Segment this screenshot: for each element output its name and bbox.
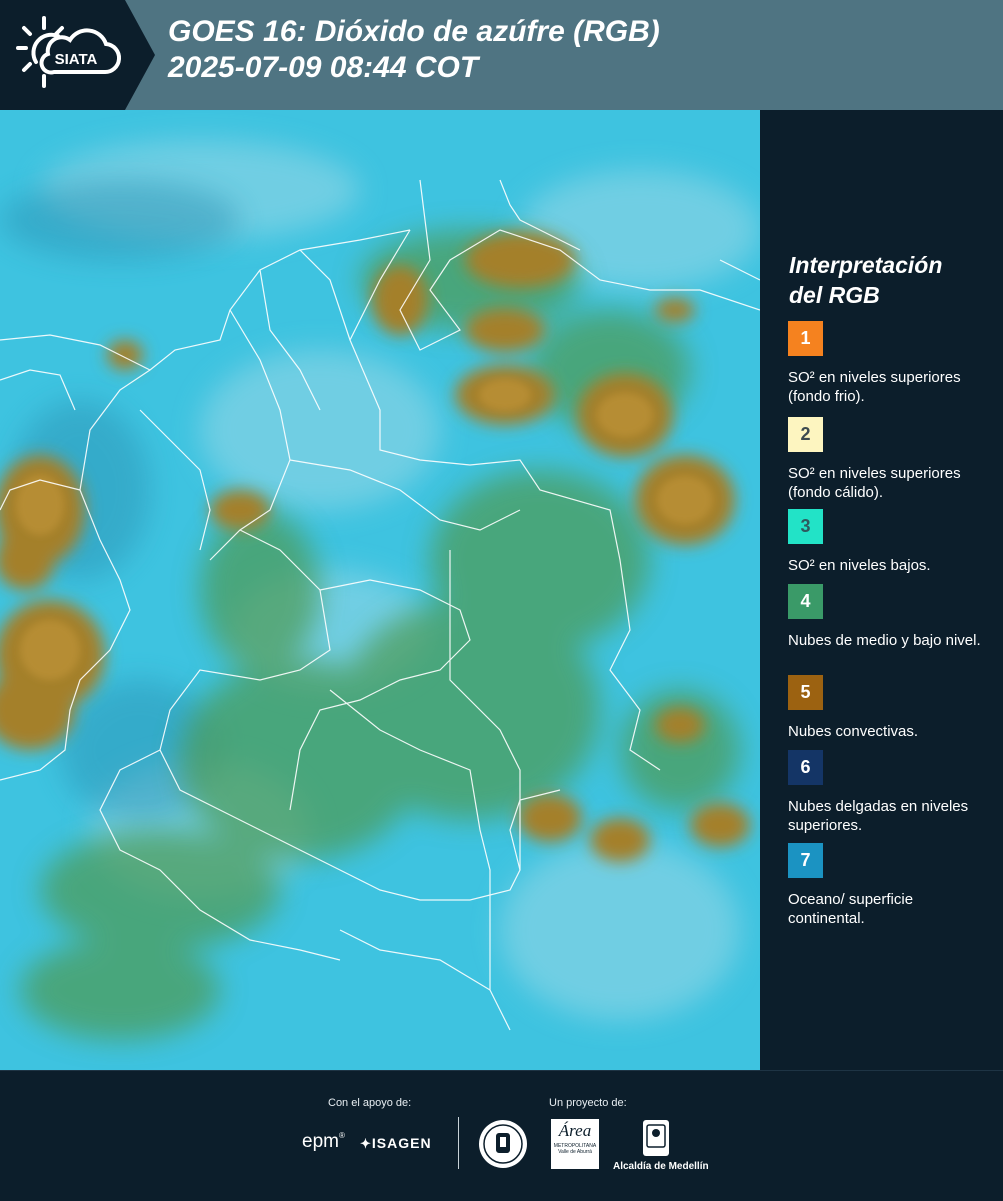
area-metropolitana-logo[interactable]: Área METROPOLITANA Valle de Aburrá xyxy=(551,1119,599,1169)
legend-item-1: 1 SO² en niveles superiores (fondo frio)… xyxy=(788,321,993,406)
isagen-logo[interactable]: ✦ISAGEN xyxy=(360,1135,432,1152)
support-label: Con el apoyo de: xyxy=(328,1097,412,1109)
legend-number: 4 xyxy=(800,591,811,611)
legend-number: 2 xyxy=(800,424,811,444)
project-label: Un proyecto de: xyxy=(549,1097,627,1109)
legend-number: 3 xyxy=(800,516,811,536)
legend-label: Nubes delgadas en niveles superiores. xyxy=(788,798,969,834)
isagen-logo-text: ISAGEN xyxy=(371,1135,432,1151)
legend-swatch-4: 4 xyxy=(788,584,823,619)
siata-logo[interactable]: SIATA xyxy=(0,0,155,110)
legend-swatch-6: 6 xyxy=(788,750,823,785)
legend-swatch-1: 1 xyxy=(788,321,823,356)
legend-swatch-2: 2 xyxy=(788,417,823,452)
medellin-seal-icon[interactable] xyxy=(478,1119,528,1169)
legend-swatch-3: 3 xyxy=(788,509,823,544)
footer-divider xyxy=(458,1117,459,1169)
sun-cloud-logo-icon: SIATA xyxy=(16,16,122,88)
legend-item-4: 4 Nubes de medio y bajo nivel. xyxy=(788,584,993,650)
legend-swatch-5: 5 xyxy=(788,675,823,710)
legend-label: Nubes de medio y bajo nivel. xyxy=(788,632,981,649)
page-title: GOES 16: Dióxido de azúfre (RGB) 2025-07… xyxy=(168,15,660,84)
epm-logo[interactable]: epm® xyxy=(302,1131,345,1153)
header-bar: SIATA GOES 16: Dióxido de azúfre (RGB) 2… xyxy=(0,0,1003,110)
legend-title: Interpretación del RGB xyxy=(789,252,943,308)
logo-text: SIATA xyxy=(55,51,98,68)
legend-number: 1 xyxy=(800,328,811,348)
legend-item-2: 2 SO² en niveles superiores (fondo cálid… xyxy=(788,417,993,502)
legend-label: SO² en niveles superiores (fondo cálido)… xyxy=(788,465,961,501)
satellite-image xyxy=(0,110,760,1070)
legend-label: Nubes convectivas. xyxy=(788,723,919,740)
legend-panel: Interpretación del RGB 1 SO² en niveles … xyxy=(760,110,1003,1070)
legend-number: 5 xyxy=(800,682,811,702)
legend-number: 6 xyxy=(800,757,811,777)
legend-swatch-7: 7 xyxy=(788,843,823,878)
area-logo-text: Área xyxy=(558,1121,592,1140)
legend-label: SO² en niveles superiores (fondo frio). xyxy=(788,369,961,405)
footer: Con el apoyo de: Un proyecto de: epm® ✦I… xyxy=(0,1070,1003,1201)
legend-item-6: 6 Nubes delgadas en niveles superiores. xyxy=(788,750,993,835)
area-logo-subtext: METROPOLITANA Valle de Aburrá xyxy=(553,1143,597,1155)
legend-number: 7 xyxy=(800,850,811,870)
legend-label: Oceano/ superficie continental. xyxy=(788,891,914,927)
alcaldia-label[interactable]: Alcaldía de Medellín xyxy=(613,1161,709,1172)
satellite-map[interactable] xyxy=(0,110,760,1070)
isagen-mark-icon: ✦ xyxy=(360,1136,372,1151)
legend-item-3: 3 SO² en niveles bajos. xyxy=(788,509,993,575)
legend-item-7: 7 Oceano/ superficie continental. xyxy=(788,843,993,928)
legend-label: SO² en niveles bajos. xyxy=(788,557,931,574)
legend-item-5: 5 Nubes convectivas. xyxy=(788,675,993,741)
alcaldia-shield-icon xyxy=(643,1120,669,1156)
registered-mark: ® xyxy=(338,1131,345,1140)
epm-logo-text: epm xyxy=(302,1131,339,1152)
